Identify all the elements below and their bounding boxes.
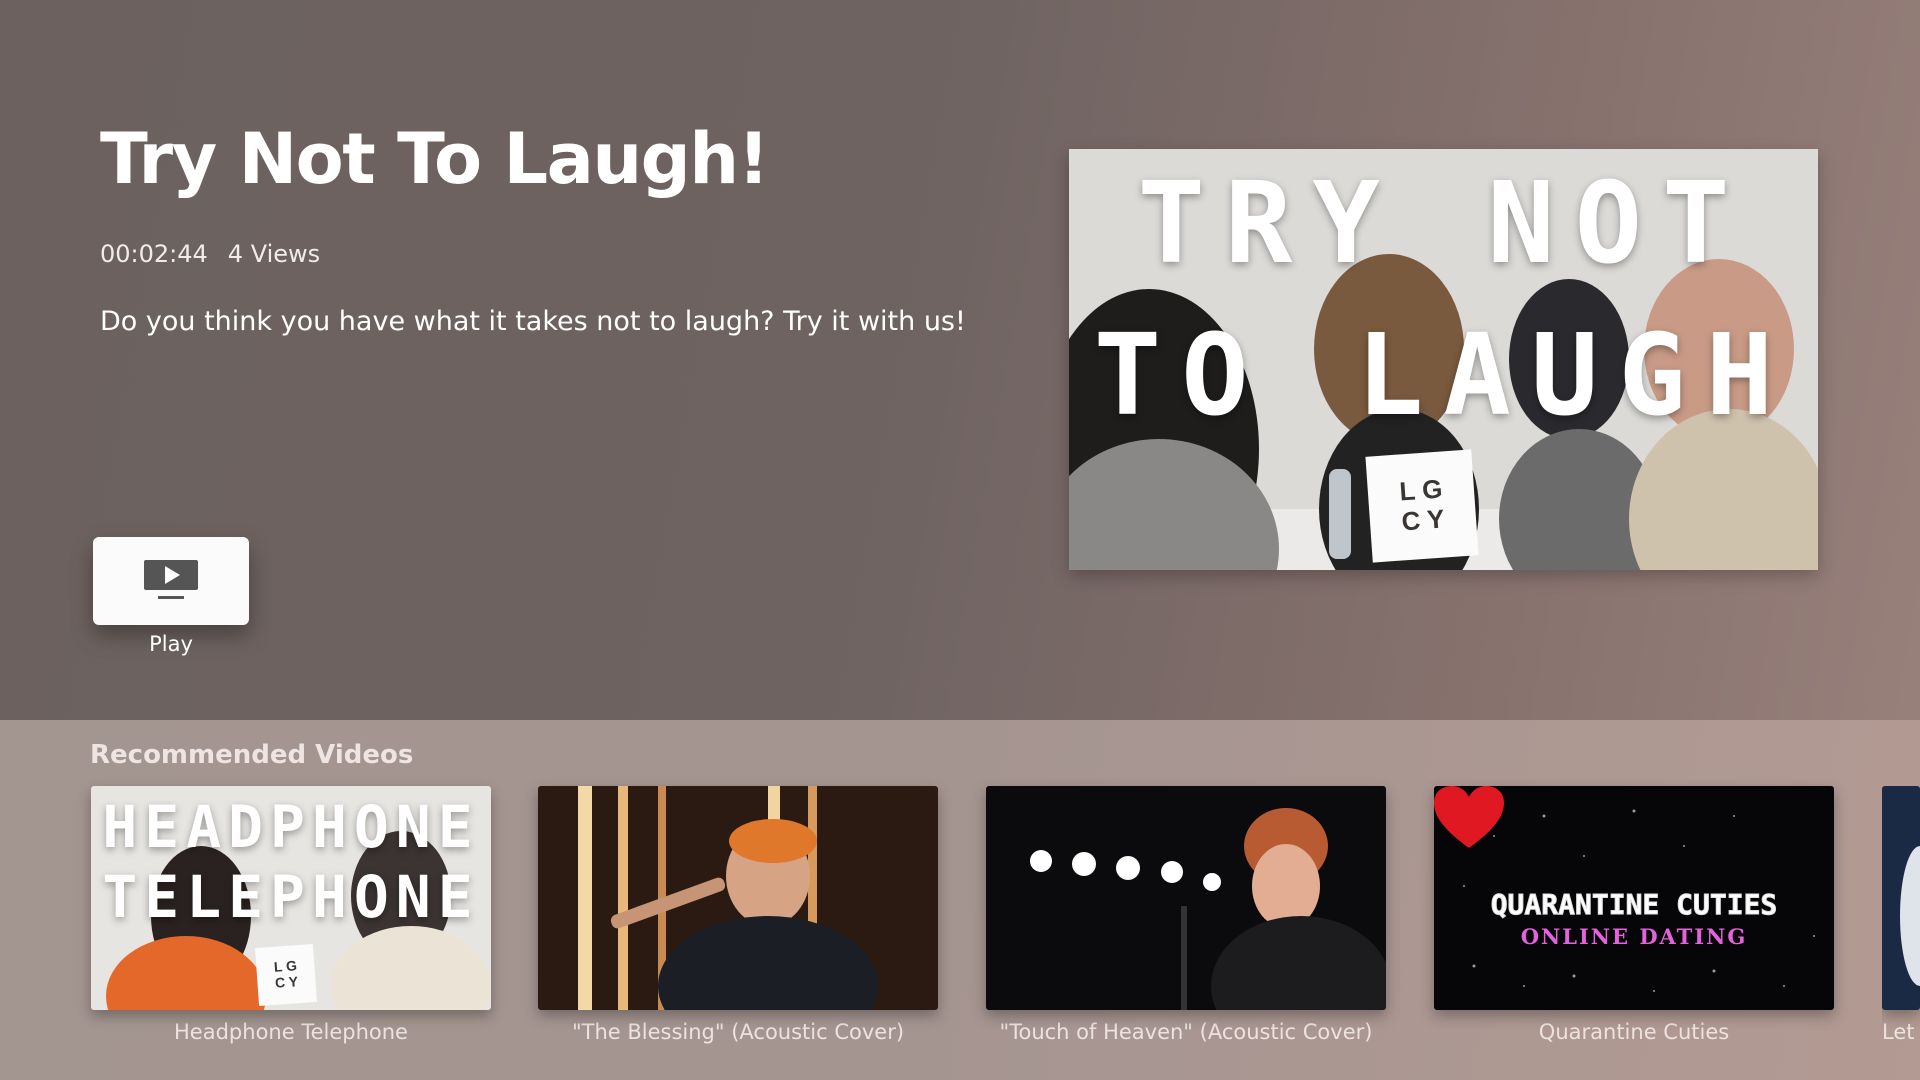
logo-line2: C Y — [1400, 503, 1446, 537]
thumb-text-line2: TELEPHONE — [102, 863, 480, 931]
video-caption: Let — [1882, 1020, 1915, 1044]
video-description: Do you think you have what it takes not … — [100, 306, 966, 337]
video-duration: 00:02:44 — [100, 240, 208, 268]
video-meta: 00:02:44 4 Views — [100, 240, 320, 268]
video-thumbnail — [986, 786, 1386, 1010]
video-title: Try Not To Laugh! — [100, 118, 770, 200]
hero-thumbnail: TRY NOT TO LAUGH L G C Y — [1069, 149, 1818, 570]
video-card-touch-of-heaven[interactable]: "Touch of Heaven" (Acoustic Cover) — [986, 786, 1386, 1044]
video-caption: "Touch of Heaven" (Acoustic Cover) — [999, 1020, 1373, 1044]
hero-section: Try Not To Laugh! 00:02:44 4 Views Do you… — [0, 0, 1920, 720]
video-caption: Headphone Telephone — [174, 1020, 408, 1044]
thumb-text-line2: ONLINE DATING — [1520, 924, 1748, 949]
video-thumbnail: QUARANTINE CUTIES ONLINE DATING — [1434, 786, 1834, 1010]
lgcy-logo: L G C Y — [255, 944, 317, 1006]
lgcy-logo: L G C Y — [1365, 449, 1479, 563]
logo-line2: C Y — [274, 973, 299, 991]
play-label: Play — [149, 632, 193, 656]
thumbnail-photo — [986, 786, 1386, 1010]
play-button[interactable] — [93, 537, 249, 625]
thumbnail-photo — [538, 786, 938, 1010]
heart-icon — [1434, 786, 1504, 848]
play-icon — [144, 560, 198, 599]
hero-thumb-text-line2: TO LAUGH — [1093, 311, 1794, 441]
recommended-heading: Recommended Videos — [90, 740, 414, 770]
video-card-the-blessing[interactable]: "The Blessing" (Acoustic Cover) — [538, 786, 938, 1044]
thumb-text-line1: QUARANTINE CUTIES — [1490, 888, 1778, 922]
hero-thumb-text-line1: TRY NOT — [1137, 159, 1750, 289]
video-views: 4 Views — [227, 240, 321, 268]
video-card-quarantine-cuties[interactable]: QUARANTINE CUTIES ONLINE DATING Quaranti… — [1434, 786, 1834, 1044]
video-caption: Quarantine Cuties — [1538, 1020, 1730, 1044]
video-card-headphone-telephone[interactable]: HEADPHONE TELEPHONE L G C Y Headphone Te… — [91, 786, 491, 1044]
video-caption: "The Blessing" (Acoustic Cover) — [571, 1020, 905, 1044]
thumb-text-line1: HEADPHONE — [102, 793, 480, 861]
video-thumbnail — [1882, 786, 1920, 1010]
video-thumbnail — [538, 786, 938, 1010]
video-thumbnail: HEADPHONE TELEPHONE L G C Y — [91, 786, 491, 1010]
thumbnail-photo — [1882, 786, 1920, 1010]
video-card-partial[interactable]: Let — [1882, 786, 1920, 1044]
